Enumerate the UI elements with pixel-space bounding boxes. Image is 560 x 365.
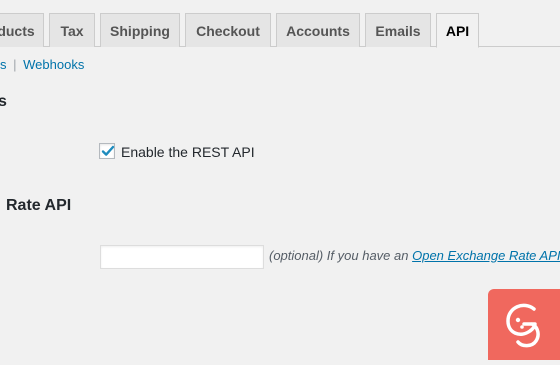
tab-emails[interactable]: Emails [365,13,431,47]
api-field-description: (optional) If you have an Open Exchange … [269,248,560,263]
subsection-link-webhooks[interactable]: Webhooks [23,57,84,72]
tab-api[interactable]: API [436,13,479,48]
checkmark-icon [101,145,115,156]
g-logo-icon [506,303,540,348]
g-logo-badge [488,289,560,360]
tab-accounts[interactable]: Accounts [276,13,360,47]
tab-products[interactable]: ducts [0,13,44,47]
subnav-separator: | [13,57,17,72]
api-subsection-nav: s | Webhooks [0,57,84,72]
section-heading-rate-api: Rate API [6,197,72,214]
tab-checkout[interactable]: Checkout [185,13,271,47]
open-exchange-rate-api-input[interactable] [100,245,264,269]
settings-tabs: ducts Tax Shipping Checkout Accounts Ema… [0,0,560,48]
enable-rest-api-checkbox[interactable] [99,143,115,159]
enable-rest-api-label: Enable the REST API [121,144,255,160]
description-text: (optional) If you have an [269,248,409,263]
section-heading-general: s [0,93,7,110]
open-exchange-rate-api-link[interactable]: Open Exchange Rate API [412,248,560,263]
tab-shipping[interactable]: Shipping [100,13,180,47]
tab-tax[interactable]: Tax [49,13,95,47]
subsection-link-prev[interactable]: s [0,57,7,72]
